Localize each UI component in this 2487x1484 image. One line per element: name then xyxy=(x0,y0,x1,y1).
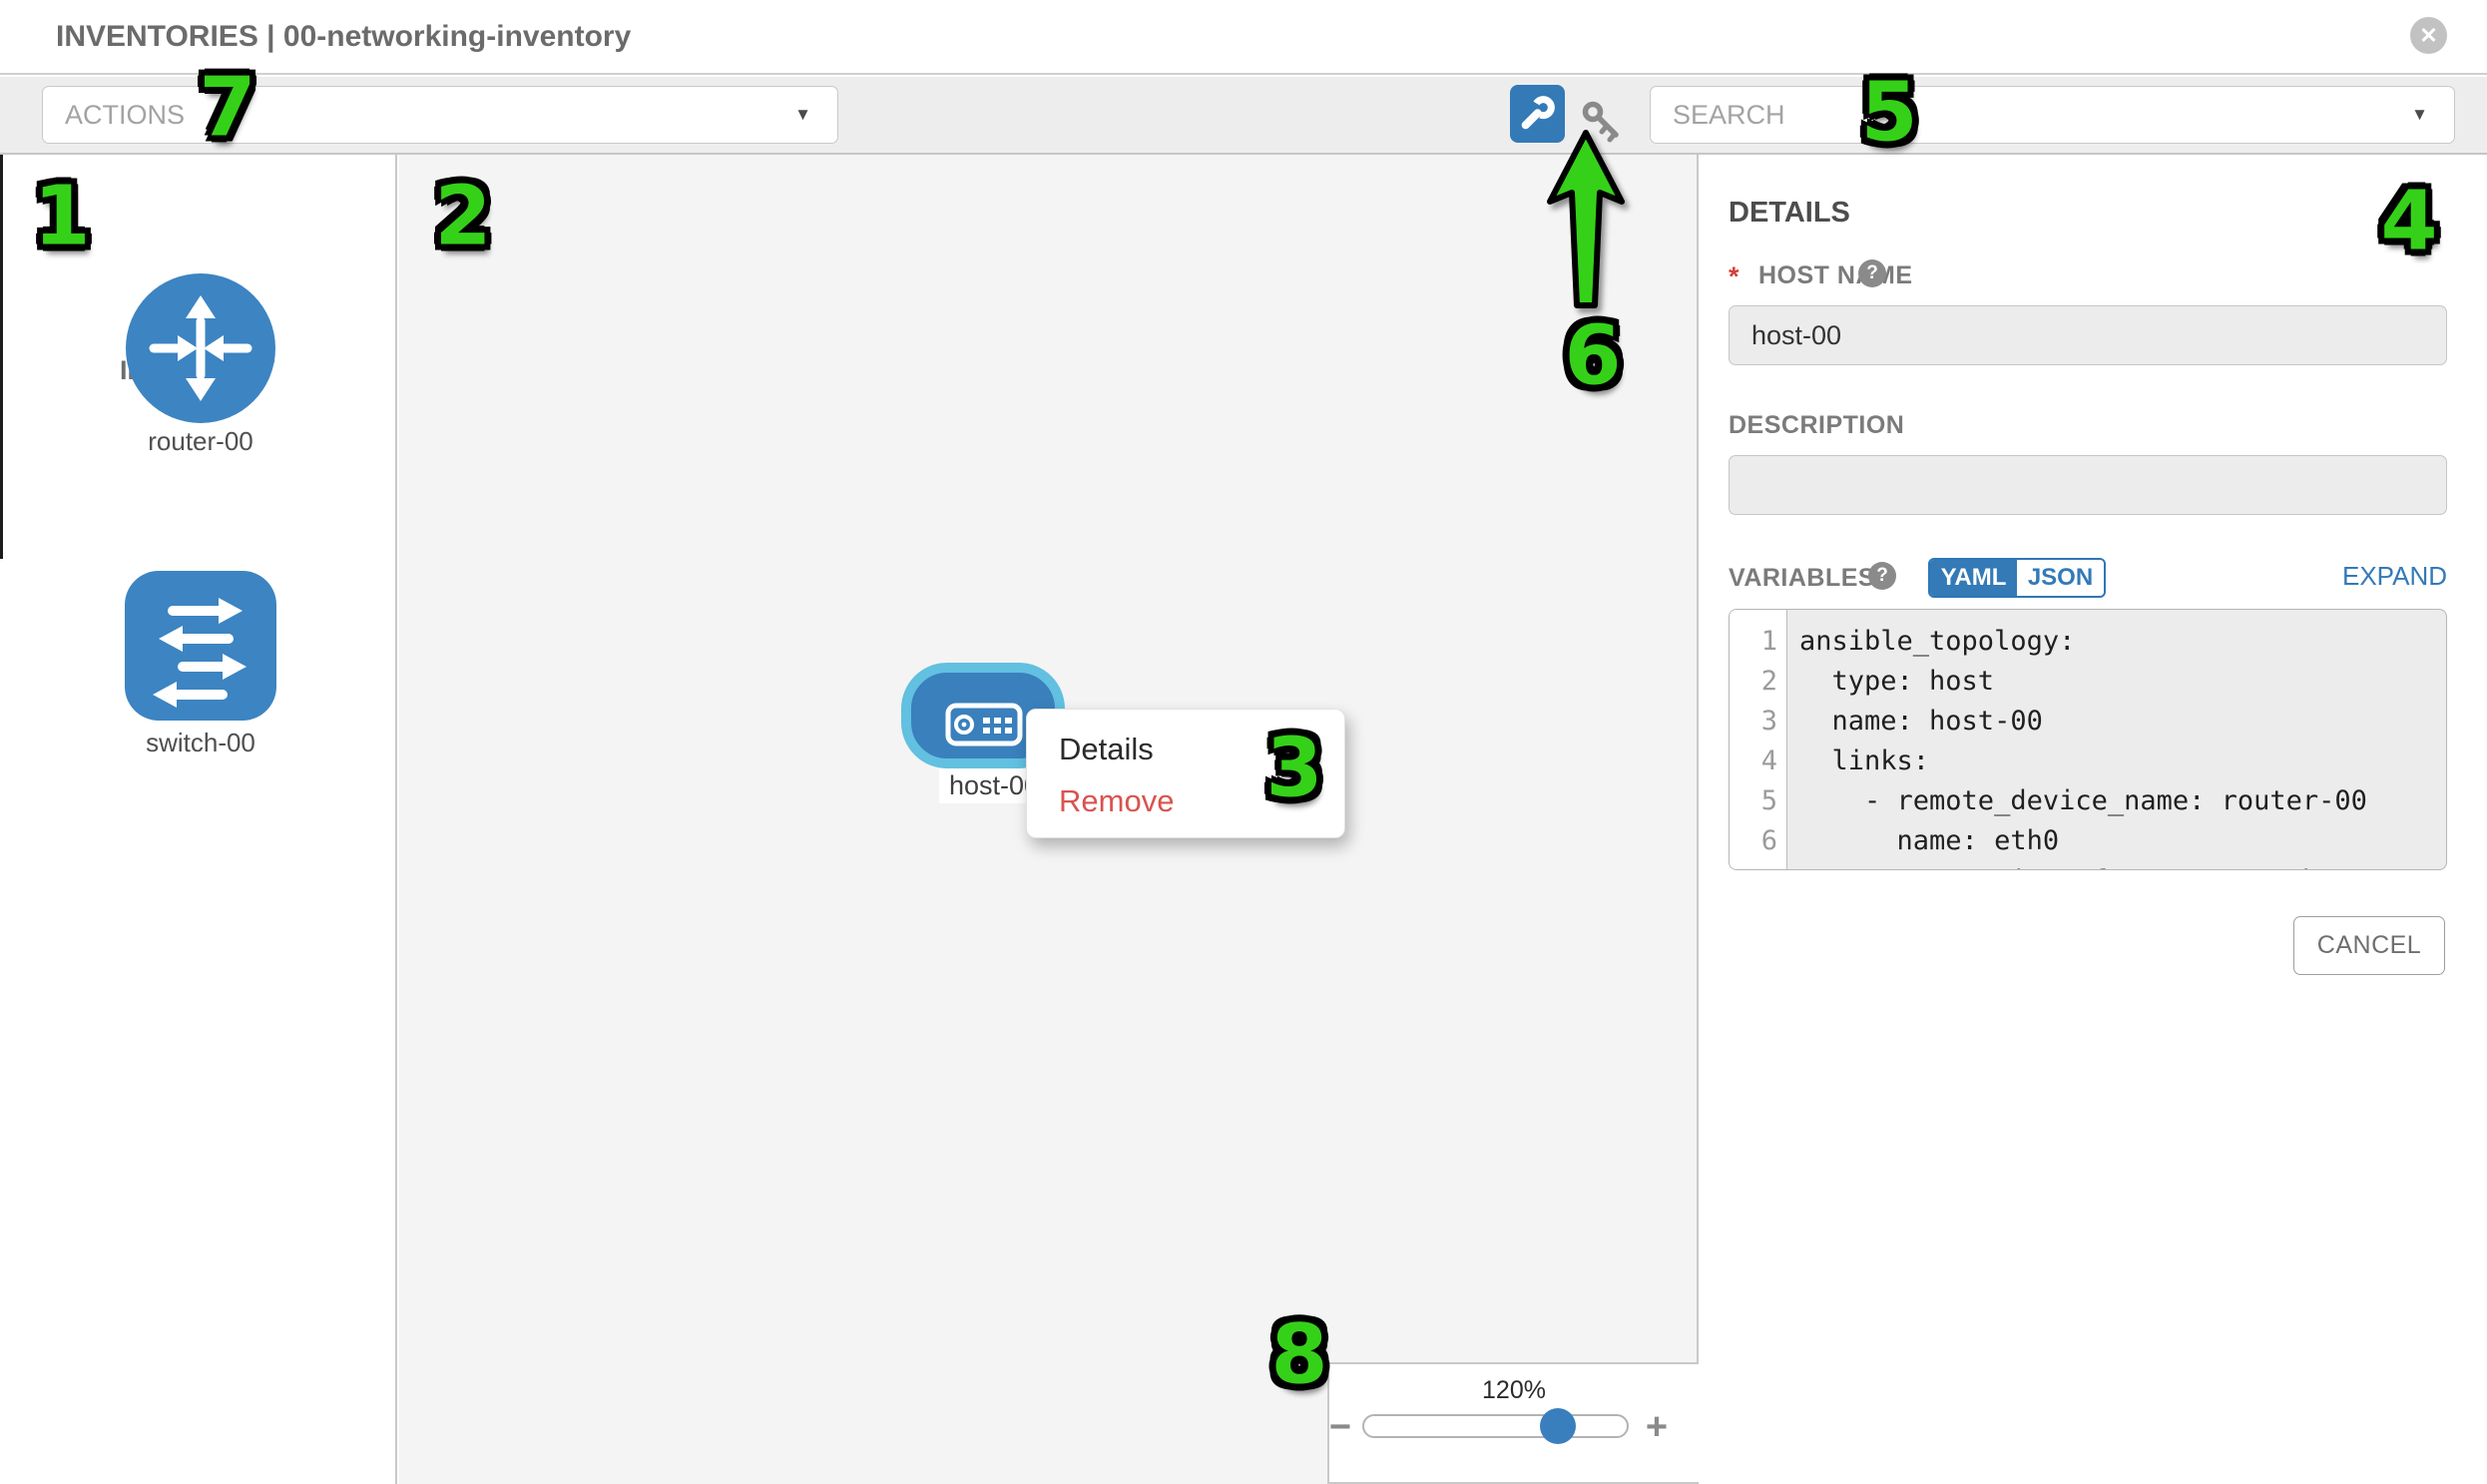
code-line: - remote_device_name: router-00 xyxy=(1799,781,2367,821)
variables-label: VARIABLES xyxy=(1729,564,1875,593)
zoom-out-button[interactable]: − xyxy=(1320,1406,1360,1449)
zoom-in-button[interactable]: + xyxy=(1637,1406,1677,1449)
sidebar-left-edge xyxy=(0,155,3,559)
code-line: name: eth0 xyxy=(1799,821,2059,861)
line-number: 2 xyxy=(1730,662,1777,702)
line-number: 1 xyxy=(1730,622,1777,662)
switch-item-label: switch-00 xyxy=(71,728,330,758)
router-item-label: router-00 xyxy=(71,426,330,457)
line-number: 6 xyxy=(1730,821,1777,861)
context-menu-item-remove[interactable]: Remove xyxy=(1059,783,1174,819)
code-line: type: host xyxy=(1799,662,1994,702)
host-name-input[interactable] xyxy=(1729,305,2447,365)
host-icon xyxy=(945,703,1023,746)
tab-json[interactable]: JSON xyxy=(2017,560,2104,596)
zoom-slider-track[interactable] xyxy=(1362,1414,1629,1438)
code-line: links: xyxy=(1799,742,1929,781)
host-name-label: HOST NAME xyxy=(1758,261,1913,290)
zoom-slider-handle[interactable] xyxy=(1540,1408,1576,1444)
switch-icon xyxy=(125,571,276,721)
help-icon[interactable]: ? xyxy=(1868,562,1896,590)
palette-item-switch[interactable] xyxy=(125,571,276,721)
chevron-down-icon: ▼ xyxy=(794,87,811,143)
zoom-control: 120% − + xyxy=(1327,1362,1699,1484)
required-marker: * xyxy=(1729,261,1740,292)
palette-item-router[interactable] xyxy=(126,273,275,423)
tab-yaml[interactable]: YAML xyxy=(1930,560,2017,596)
help-icon[interactable]: ? xyxy=(1858,259,1886,287)
router-icon xyxy=(126,273,275,423)
details-heading: DETAILS xyxy=(1729,197,1850,230)
line-number: 3 xyxy=(1730,702,1777,742)
tools-wrench-button[interactable] xyxy=(1510,85,1565,143)
code-line: name: host-00 xyxy=(1799,702,2043,742)
search-dropdown-label: SEARCH xyxy=(1673,100,1785,130)
context-menu-item-details[interactable]: Details xyxy=(1059,732,1154,767)
line-number: 4 xyxy=(1730,742,1777,781)
actions-dropdown[interactable]: ACTIONS ▼ xyxy=(42,86,838,144)
toolbar: ACTIONS ▼ SEARCH xyxy=(0,77,2487,155)
code-line: ansible_topology: xyxy=(1799,622,2075,662)
key-icon xyxy=(1582,101,1628,143)
code-line: remote_interface_name: eth0 xyxy=(1799,861,2334,870)
chevron-down-icon: ▼ xyxy=(2411,87,2428,143)
page-title: INVENTORIES | 00-networking-inventory xyxy=(56,20,631,54)
cancel-button[interactable]: CANCEL xyxy=(2293,916,2445,975)
expand-link[interactable]: EXPAND xyxy=(2247,561,2447,592)
line-number: 5 xyxy=(1730,781,1777,821)
line-number: 7 xyxy=(1730,861,1777,870)
search-dropdown[interactable]: SEARCH ▼ xyxy=(1650,86,2455,144)
key-button[interactable] xyxy=(1582,101,1628,143)
node-context-menu: Details Remove xyxy=(1026,709,1345,838)
wrench-icon xyxy=(1510,85,1565,143)
description-input[interactable] xyxy=(1729,455,2447,515)
close-icon[interactable]: ✕ xyxy=(2410,17,2447,54)
zoom-level-readout: 120% xyxy=(1329,1376,1699,1405)
description-label: DESCRIPTION xyxy=(1729,411,1904,440)
window-header: INVENTORIES | 00-networking-inventory ✕ xyxy=(0,0,2487,75)
variables-format-toggle: YAML JSON xyxy=(1928,558,2106,598)
actions-dropdown-label: ACTIONS xyxy=(65,100,185,130)
variables-code-editor[interactable]: 1 ansible_topology: 2 type: host 3 name:… xyxy=(1729,609,2447,870)
